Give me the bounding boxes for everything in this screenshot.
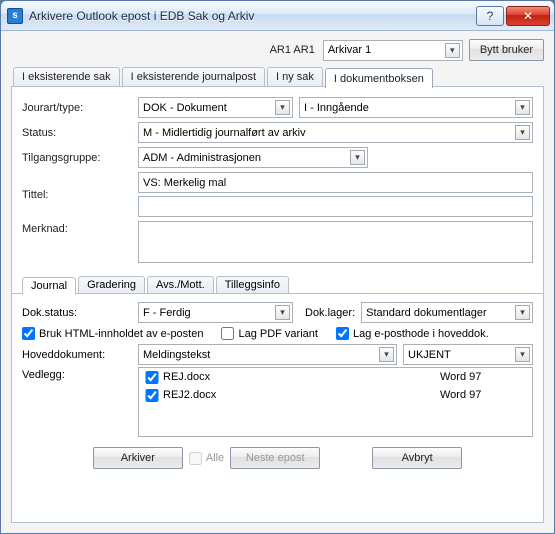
chevron-down-icon: ▾ (515, 125, 530, 140)
chevron-down-icon: ▾ (379, 347, 394, 362)
chevron-down-icon: ▾ (515, 305, 530, 320)
role-combo[interactable]: Arkivar 1 ▾ (323, 40, 463, 61)
main-doc-row: Hoveddokument: Meldingstekst ▾ UKJENT ▾ (22, 344, 533, 365)
chk-header-main[interactable]: Lag e-posthode i hoveddok. (336, 327, 489, 340)
attachment-check[interactable] (141, 371, 163, 384)
tab-document-box[interactable]: I dokumentboksen (325, 68, 433, 88)
next-email-button: Neste epost (230, 447, 320, 469)
tab-existing-case[interactable]: I eksisterende sak (13, 67, 120, 87)
access-group-combo[interactable]: ADM - Administrasjonen ▾ (138, 147, 368, 168)
close-icon: ✕ (523, 9, 533, 23)
chk-use-html[interactable]: Bruk HTML-innholdet av e-posten (22, 327, 203, 340)
switch-user-button[interactable]: Bytt bruker (469, 39, 544, 61)
chevron-down-icon: ▾ (515, 347, 530, 362)
window-title: Arkivere Outlook epost i EDB Sak og Arki… (29, 9, 476, 23)
attachment-name: REJ.docx (163, 371, 440, 383)
label-doc-status: Dok.status: (22, 307, 132, 319)
chk-use-html-input[interactable] (22, 327, 35, 340)
all-check[interactable]: Alle (189, 447, 224, 469)
chevron-down-icon: ▾ (445, 43, 460, 58)
title-input-2[interactable] (138, 196, 533, 217)
role-combo-value: Arkivar 1 (328, 44, 441, 56)
checkbox-row: Bruk HTML-innholdet av e-posten Lag PDF … (22, 327, 533, 340)
chevron-down-icon: ▾ (350, 150, 365, 165)
attachment-format: Word 97 (440, 371, 530, 383)
doc-status-combo[interactable]: F - Ferdig ▾ (138, 302, 293, 323)
note-textarea[interactable] (138, 221, 533, 263)
chk-pdf-variant-input[interactable] (221, 327, 234, 340)
all-check-input (189, 452, 202, 465)
titlebar-buttons: ? ✕ (476, 6, 550, 26)
label-main-doc: Hoveddokument: (22, 349, 132, 361)
label-doc-store: Dok.lager: (299, 307, 355, 319)
label-note: Merknad: (22, 223, 132, 235)
chevron-down-icon: ▾ (275, 305, 290, 320)
label-status: Status: (22, 127, 132, 139)
chevron-down-icon: ▾ (515, 100, 530, 115)
chk-pdf-variant[interactable]: Lag PDF variant (221, 327, 317, 340)
main-doc-type-combo[interactable]: UKJENT ▾ (403, 344, 533, 365)
doc-status-row: Dok.status: F - Ferdig ▾ Dok.lager: Stan… (22, 302, 533, 323)
sub-tabs: Journal Gradering Avs./Mott. Tilleggsinf… (22, 276, 533, 294)
label-title: Tittel: (22, 189, 132, 201)
status-combo[interactable]: M - Midlertidig journalført av arkiv ▾ (138, 122, 533, 143)
upper-form: Jourart/type: DOK - Dokument ▾ I - Inngå… (22, 97, 533, 266)
attachment-row[interactable]: REJ.docx Word 97 (139, 368, 532, 386)
attachment-name: REJ2.docx (163, 389, 440, 401)
user-display: AR1 AR1 (270, 44, 315, 56)
footer-buttons: Arkiver Alle Neste epost Avbryt (22, 447, 533, 469)
help-icon: ? (487, 9, 494, 23)
subtab-journal[interactable]: Journal (22, 277, 76, 295)
app-icon: s (7, 8, 23, 24)
doc-store-combo[interactable]: Standard dokumentlager ▾ (361, 302, 533, 323)
chk-header-main-input[interactable] (336, 327, 349, 340)
subtab-grading[interactable]: Gradering (78, 276, 145, 294)
tab-new-case[interactable]: I ny sak (267, 67, 323, 87)
divider (12, 293, 543, 294)
dialog-window: s Arkivere Outlook epost i EDB Sak og Ar… (0, 0, 555, 534)
chevron-down-icon: ▾ (275, 100, 290, 115)
subtab-avs-mott[interactable]: Avs./Mott. (147, 276, 214, 294)
main-doc-combo[interactable]: Meldingstekst ▾ (138, 344, 397, 365)
label-access-group: Tilgangsgruppe: (22, 152, 132, 164)
archive-button[interactable]: Arkiver (93, 447, 183, 469)
close-button[interactable]: ✕ (506, 6, 550, 26)
attachment-list[interactable]: REJ.docx Word 97 REJ2.docx Word 97 (138, 367, 533, 437)
cancel-button[interactable]: Avbryt (372, 447, 462, 469)
label-journal-type: Jourart/type: (22, 102, 132, 114)
titlebar: s Arkivere Outlook epost i EDB Sak og Ar… (1, 1, 554, 31)
tab-existing-journal[interactable]: I eksisterende journalpost (122, 67, 265, 87)
tab-panel: Jourart/type: DOK - Dokument ▾ I - Inngå… (11, 86, 544, 523)
subtab-extra[interactable]: Tilleggsinfo (216, 276, 289, 294)
help-button[interactable]: ? (476, 6, 504, 26)
client-area: AR1 AR1 Arkivar 1 ▾ Bytt bruker I eksist… (1, 31, 554, 533)
title-input[interactable] (138, 172, 533, 193)
journal-type-primary-combo[interactable]: DOK - Dokument ▾ (138, 97, 293, 118)
main-tabs: I eksisterende sak I eksisterende journa… (11, 67, 544, 87)
title-wrap (138, 172, 533, 217)
header-row: AR1 AR1 Arkivar 1 ▾ Bytt bruker (11, 39, 544, 61)
attachment-row[interactable]: REJ2.docx Word 97 (139, 386, 532, 404)
journal-type-secondary-combo[interactable]: I - Inngående ▾ (299, 97, 533, 118)
attachment-check[interactable] (141, 389, 163, 402)
attachment-format: Word 97 (440, 389, 530, 401)
label-attachments: Vedlegg: (22, 369, 132, 381)
